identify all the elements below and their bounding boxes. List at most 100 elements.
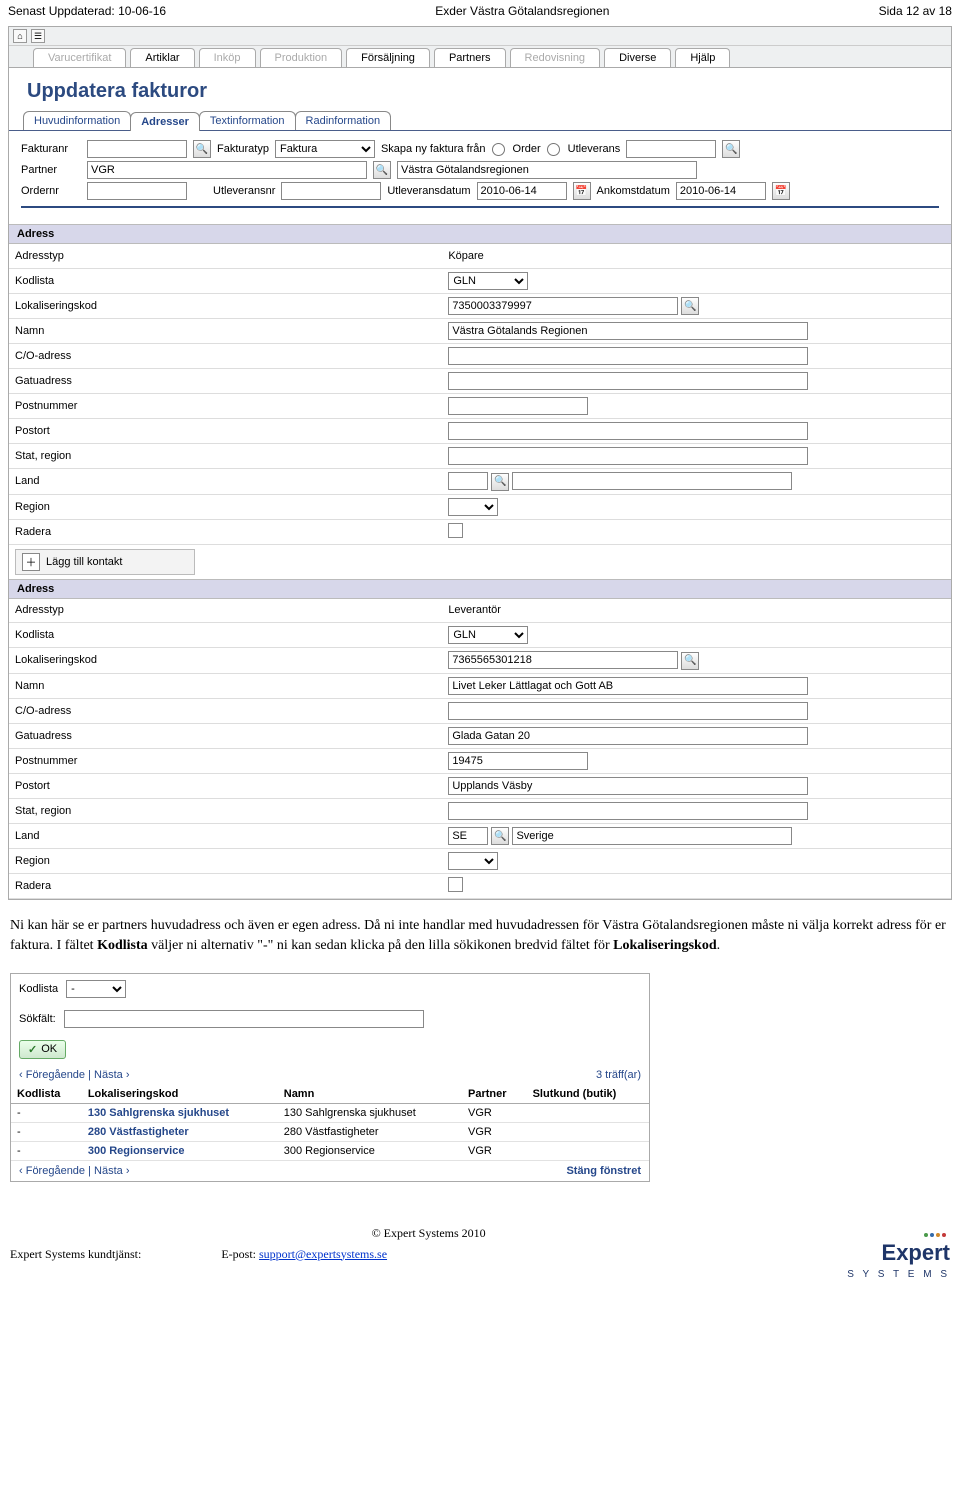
page-title: Uppdatera fakturor [9,68,951,111]
postort-label: Postort [9,419,442,444]
main-tabs: Varucertifikat Artiklar Inköp Produktion… [9,46,951,68]
ordernr-input[interactable] [87,182,187,200]
supplier-region-select[interactable] [448,852,498,870]
namn-label: Namn [9,673,442,698]
supplier-kodlista-select[interactable]: GLN [448,626,528,644]
supplier-lokaliseringskod-input[interactable] [448,651,678,669]
buyer-postnr-input[interactable] [448,397,588,415]
header-center: Exder Västra Götalandsregionen [435,4,609,18]
skapa-label: Skapa ny faktura från [381,143,486,155]
subtab-textinformation[interactable]: Textinformation [199,111,296,130]
search-icon[interactable]: 🔍 [681,652,699,670]
utleveransnr-label: Utleveransnr [213,185,275,197]
popup-next-link[interactable]: Nästa › [94,1069,129,1081]
buyer-kodlista-select[interactable]: GLN [448,272,528,290]
tab-artiklar[interactable]: Artiklar [130,48,194,67]
table-row[interactable]: - 130 Sahlgrenska sjukhuset 130 Sahlgren… [11,1103,649,1122]
co-label: C/O-adress [9,698,442,723]
search-popup: Kodlista - Sökfält: OK ‹ Föregående | Nä… [10,973,650,1182]
lokaliseringskod-label: Lokaliseringskod [9,293,442,319]
buyer-region-select[interactable] [448,498,498,516]
fakturanr-input[interactable] [87,140,187,158]
popup-next-link[interactable]: Nästa › [94,1165,129,1177]
table-row[interactable]: - 300 Regionservice 300 Regionservice VG… [11,1141,649,1160]
calendar-icon[interactable]: 📅 [573,182,591,200]
buyer-gatu-input[interactable] [448,372,808,390]
app-frame: ⌂ ☰ Varucertifikat Artiklar Inköp Produk… [8,26,952,900]
utleveransnr-input[interactable] [281,182,381,200]
subtab-adresser[interactable]: Adresser [130,112,200,131]
popup-kodlista-select[interactable]: - [66,980,126,998]
buyer-landcode-input[interactable] [448,472,488,490]
search-icon[interactable]: 🔍 [491,827,509,845]
partner-input[interactable] [87,161,367,179]
tab-diverse[interactable]: Diverse [604,48,671,67]
tab-produktion[interactable]: Produktion [260,48,343,67]
namn-label: Namn [9,319,442,344]
popup-prev-link[interactable]: ‹ Föregående [19,1165,85,1177]
add-kontakt-button[interactable]: ＋ Lägg till kontakt [15,549,195,575]
supplier-landname-input[interactable] [512,827,792,845]
skapa-order-radio[interactable] [492,143,505,156]
supplier-radera-checkbox[interactable] [448,877,463,892]
footer-epost-link[interactable]: support@expertsystems.se [259,1247,387,1261]
tab-inkop[interactable]: Inköp [199,48,256,67]
land-label: Land [9,469,442,495]
ankomstdatum-input[interactable] [676,182,766,200]
popup-ok-button[interactable]: OK [19,1040,66,1059]
tab-varucertifikat[interactable]: Varucertifikat [33,48,126,67]
footer-epost-label: E-post: [221,1247,259,1261]
gatu-label: Gatuadress [9,369,442,394]
home-icon[interactable]: ⌂ [13,29,27,43]
search-icon[interactable]: 🔍 [373,161,391,179]
subtab-radinformation[interactable]: Radinformation [295,111,392,130]
utleveransdatum-input[interactable] [477,182,567,200]
plus-icon: ＋ [22,553,40,571]
supplier-co-input[interactable] [448,702,808,720]
skapa-utleverans-radio[interactable] [547,143,560,156]
popup-prev-link[interactable]: ‹ Föregående [19,1069,85,1081]
ordernr-label: Ordernr [21,185,81,197]
buyer-namn-input[interactable] [448,322,808,340]
buyer-co-input[interactable] [448,347,808,365]
partner-name-input[interactable] [397,161,697,179]
buyer-postort-input[interactable] [448,422,808,440]
popup-sokfalt-input[interactable] [64,1010,424,1028]
gatu-label: Gatuadress [9,723,442,748]
calendar-icon[interactable]: 📅 [772,182,790,200]
sub-tabs: Huvudinformation Adresser Textinformatio… [9,111,951,131]
popup-close-link[interactable]: Stäng fönstret [566,1165,641,1177]
tab-partners[interactable]: Partners [434,48,506,67]
supplier-landcode-input[interactable] [448,827,488,845]
kodlista-label: Kodlista [9,623,442,648]
fakturatyp-select[interactable]: Faktura [275,140,375,158]
tab-hjalp[interactable]: Hjälp [675,48,730,67]
co-label: C/O-adress [9,344,442,369]
search-icon[interactable]: 🔍 [193,140,211,158]
search-icon[interactable]: 🔍 [681,297,699,315]
land-label: Land [9,823,442,849]
supplier-postnr-input[interactable] [448,752,588,770]
subtab-huvudinformation[interactable]: Huvudinformation [23,111,131,130]
buyer-radera-checkbox[interactable] [448,523,463,538]
radera-label: Radera [9,519,442,544]
adresstyp-label: Adresstyp [9,244,442,268]
search-icon[interactable]: 🔍 [722,140,740,158]
supplier-postort-input[interactable] [448,777,808,795]
search-icon[interactable]: 🔍 [491,473,509,491]
supplier-gatu-input[interactable] [448,727,808,745]
region-label: Region [9,849,442,874]
tab-forsaljning[interactable]: Försäljning [346,48,430,67]
supplier-namn-input[interactable] [448,677,808,695]
skapa-input[interactable] [626,140,716,158]
supplier-stat-input[interactable] [448,802,808,820]
grid-icon[interactable]: ☰ [31,29,45,43]
buyer-landname-input[interactable] [512,472,792,490]
buyer-adresstyp-value: Köpare [442,244,951,268]
header-page: Sida 12 av 18 [879,4,952,18]
table-row[interactable]: - 280 Västfastigheter 280 Västfastighete… [11,1122,649,1141]
tab-redovisning[interactable]: Redovisning [510,48,601,67]
fakturanr-label: Fakturanr [21,143,81,155]
buyer-lokaliseringskod-input[interactable] [448,297,678,315]
buyer-stat-input[interactable] [448,447,808,465]
